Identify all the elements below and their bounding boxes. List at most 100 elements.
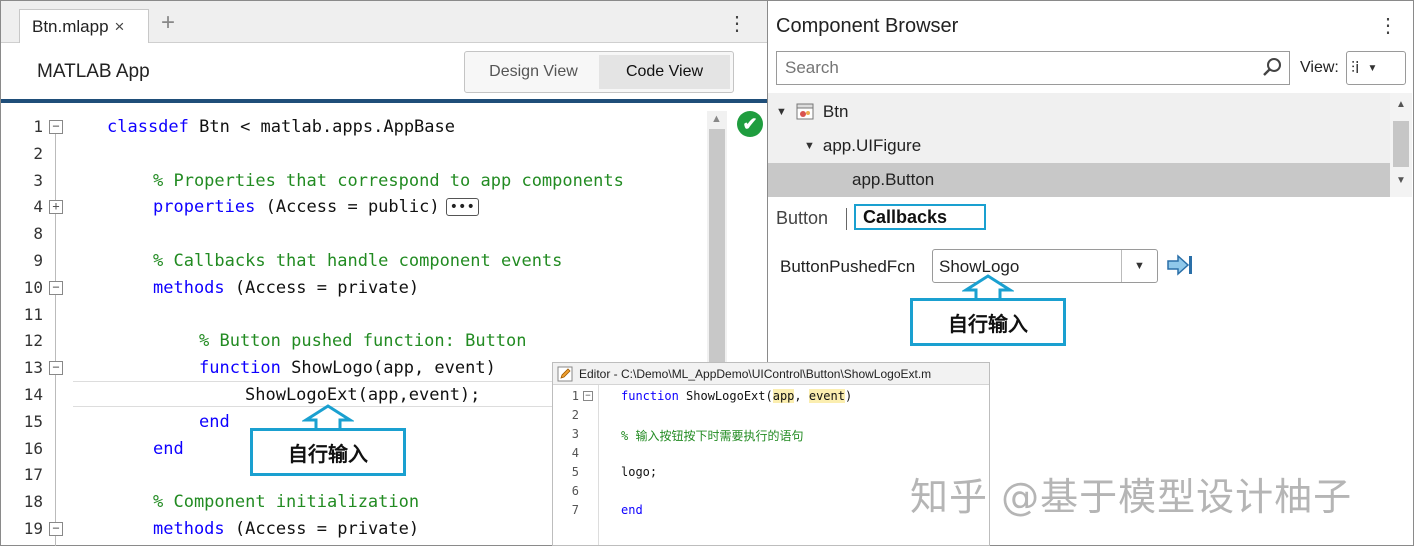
code-line[interactable]: 4 [553,444,989,463]
code-token: classdef [107,117,189,137]
code-line[interactable]: 1− classdef Btn < matlab.apps.AppBase [1,114,713,140]
code-token: % Properties that correspond to app comp… [153,170,624,191]
code-text: end [153,439,184,459]
check-icon: ✔ [737,111,763,137]
view-label: View: [1300,59,1339,76]
editor-title-bar: Editor - C:\Demo\ML_AppDemo\UIControl\Bu… [553,363,989,385]
search-field[interactable] [776,51,1290,85]
line-number: 2 [33,143,43,163]
code-token: end [621,503,643,517]
code-line[interactable]: 10− methods (Access = private) [1,275,713,301]
more-options-icon[interactable]: ⋮ [1378,13,1398,38]
expand-icon[interactable]: + [49,200,63,215]
scroll-thumb[interactable] [1393,121,1409,167]
chevron-down-icon: ▼ [1367,62,1378,74]
line-number: 1 [571,389,579,403]
code-line[interactable]: 11 [1,302,713,328]
code-token: , [794,389,809,403]
design-view-button[interactable]: Design View [468,55,599,89]
line-number: 11 [23,304,43,324]
code-line[interactable]: 2 [1,141,713,167]
code-line[interactable]: 2 [553,406,989,425]
code-token: event [808,389,845,403]
file-tab-btn-mlapp[interactable]: Btn.mlapp × [19,9,149,43]
line-number: 19 [23,519,43,538]
code-line[interactable]: 3 % 输入按钮按下时需要执行的语句 [553,425,989,444]
expand-icon[interactable]: ▼ [776,106,787,118]
add-tab-icon[interactable]: + [161,9,175,37]
collapse-icon[interactable]: − [49,522,63,536]
line-number: 2 [571,408,579,422]
code-text: % Properties that correspond to app comp… [153,171,624,191]
scroll-up-icon[interactable]: ▲ [711,113,722,125]
callout-left: 自行输入 [250,428,406,476]
line-number: 6 [571,484,579,498]
code-text: % Component initialization [153,492,419,512]
view-select[interactable]: ⫶ⅰ ▼ [1346,51,1406,85]
search-icon[interactable] [1261,56,1283,78]
tree-item-uifigure[interactable]: ▼ app.UIFigure [768,129,1390,163]
code-text: classdef Btn < matlab.apps.AppBase [107,117,455,137]
collapsed-code-button[interactable]: ••• [445,198,479,217]
line-number: 3 [33,170,43,190]
code-line[interactable]: 12 % Button pushed function: Button [1,328,713,354]
component-tree: ▼ Btn ▼ app.UIFigure app.Button [768,93,1390,197]
code-token: app [772,389,795,403]
code-line[interactable]: 9 % Callbacks that handle component event… [1,248,713,274]
line-number: 12 [23,331,43,351]
collapse-icon[interactable]: − [49,280,63,295]
collapse-icon[interactable]: − [49,361,63,376]
line-number: 4 [571,446,579,460]
code-token: function [621,389,679,403]
collapse-icon[interactable]: − [49,120,63,134]
line-number: 9 [33,251,43,270]
tree-item-btn[interactable]: ▼ Btn [768,95,1390,129]
expand-icon[interactable]: ▼ [804,140,815,152]
scroll-up-icon[interactable]: ▲ [1396,99,1406,110]
code-text: logo; [621,465,657,479]
tree-item-label: app.Button [852,170,935,189]
tree-item-label: Btn [822,102,849,121]
code-line[interactable]: 1− function ShowLogoExt(app, event) [553,387,989,406]
collapse-icon[interactable]: − [583,391,593,401]
code-line[interactable]: 4 + properties (Access = public) ••• [1,194,713,220]
code-token: % Callbacks that handle component events [153,251,563,271]
tree-item-button[interactable]: app.Button [768,163,1390,197]
code-token: (Access = public) [255,197,440,218]
code-text: % Callbacks that handle component events [153,251,562,271]
code-line[interactable]: 3 % Properties that correspond to app com… [1,168,713,194]
code-token: % Button pushed function: Button [199,331,527,352]
line-number: 13 [23,358,43,378]
header-divider [1,99,767,103]
code-token: ShowLogoExt( [678,389,773,403]
code-token: end [199,411,230,432]
callback-property-label: ButtonPushedFcn [780,257,916,276]
pencil-icon [557,366,573,381]
more-options-icon[interactable]: ⋮ [727,11,747,36]
line-number: 4 [33,197,43,217]
code-token: methods [153,519,225,539]
line-number: 7 [571,503,579,517]
tree-scrollbar[interactable]: ▲ ▼ [1390,93,1412,197]
code-token: % Component initialization [153,492,420,513]
code-token: properties [153,197,256,218]
tab-button[interactable]: Button [776,208,828,229]
scroll-down-icon[interactable]: ▼ [1396,175,1406,186]
code-view-button[interactable]: Code View [599,55,730,89]
app-title: MATLAB App [37,61,150,82]
go-to-callback-icon[interactable] [1166,253,1194,277]
search-input[interactable] [777,52,1247,84]
chevron-down-icon[interactable]: ▼ [1121,250,1157,282]
code-line[interactable]: 8 [1,221,713,247]
line-number: 5 [571,465,579,479]
tab-callbacks[interactable]: Callbacks [854,204,986,230]
code-text: function ShowLogoExt(app, event) [621,389,852,403]
line-number: 17 [23,465,43,485]
code-token: function [199,358,281,379]
code-text: methods (Access = private) [153,278,419,298]
callout-right: 自行输入 [910,298,1066,346]
code-token: ShowLogo(app, event) [280,358,496,379]
line-number: 16 [23,438,43,458]
code-text: end [199,412,230,432]
close-icon[interactable]: × [115,17,125,37]
